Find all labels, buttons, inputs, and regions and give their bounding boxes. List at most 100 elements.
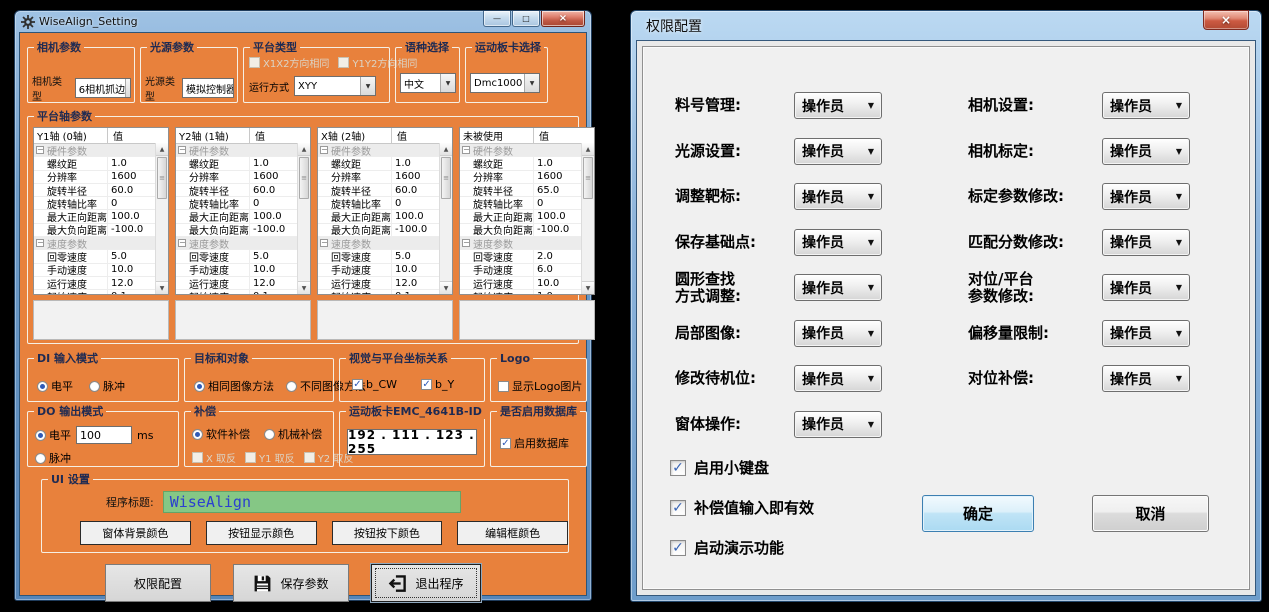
checkbox-icon xyxy=(421,379,432,390)
software-comp-radio[interactable]: 软件补偿 xyxy=(192,426,250,442)
maximize-button[interactable]: □ xyxy=(512,11,540,27)
permission-dropdown[interactable]: 操作员▼ xyxy=(1102,365,1190,392)
y1-invert-checkbox[interactable]: Y1 取反 xyxy=(245,450,295,465)
permission-dropdown[interactable]: 操作员▼ xyxy=(794,274,882,301)
permission-label: 圆形查找方式调整: xyxy=(675,271,794,305)
permission-dropdown[interactable]: 操作员▼ xyxy=(1102,138,1190,165)
scroll-down-button[interactable]: ▼ xyxy=(156,281,168,294)
permission-dropdown[interactable]: 操作员▼ xyxy=(1102,92,1190,119)
checkbox-icon xyxy=(670,500,686,516)
permission-label: 匹配分数修改: xyxy=(968,234,1102,251)
permission-dropdown[interactable]: 操作员▼ xyxy=(794,365,882,392)
chevron-down-icon: ▼ xyxy=(1176,329,1182,338)
dialog-title-bar[interactable]: 权限配置 × xyxy=(636,11,1256,40)
save-params-button[interactable]: 保存参数 xyxy=(233,564,349,602)
collapse-icon[interactable]: − xyxy=(178,239,186,247)
collapse-icon[interactable]: − xyxy=(36,146,44,154)
permission-dropdown[interactable]: 操作员▼ xyxy=(1102,274,1190,301)
dialog-checkbox[interactable]: 启动演示功能 xyxy=(670,534,814,561)
collapse-icon[interactable]: − xyxy=(320,239,328,247)
axis-param-row[interactable]: 起始速度1.0 xyxy=(460,290,581,295)
b-cw-checkbox[interactable]: b_CW xyxy=(352,378,397,391)
scroll-down-button[interactable]: ▼ xyxy=(440,281,452,294)
scroll-thumb[interactable]: ≡ xyxy=(299,157,309,199)
scroll-up-button[interactable]: ▲ xyxy=(582,143,594,156)
permission-dropdown[interactable]: 操作员▼ xyxy=(794,411,882,438)
scroll-up-button[interactable]: ▲ xyxy=(156,143,168,156)
permission-dropdown[interactable]: 操作员▼ xyxy=(1102,183,1190,210)
chevron-down-icon: ▼ xyxy=(360,77,375,95)
collapse-icon[interactable]: − xyxy=(320,146,328,154)
motion-board-dropdown[interactable]: Dmc1000 ▼ xyxy=(470,73,540,93)
scroll-up-button[interactable]: ▲ xyxy=(440,143,452,156)
chevron-down-icon: ▼ xyxy=(1176,192,1182,201)
axis-param-row[interactable]: 起始速度0.1 xyxy=(34,290,155,295)
permission-dropdown[interactable]: 操作员▼ xyxy=(1102,229,1190,256)
permission-dropdown[interactable]: 操作员▼ xyxy=(794,92,882,119)
scrollbar[interactable]: ▲≡ ▼ xyxy=(439,143,452,294)
chevron-down-icon: ▼ xyxy=(868,283,874,292)
show-logo-checkbox[interactable]: 显示Logo图片 xyxy=(498,378,582,394)
do-duration-input[interactable] xyxy=(76,426,132,444)
do-pulse-radio[interactable]: 脉冲 xyxy=(35,450,71,466)
light-type-dropdown[interactable]: 模拟控制器 ▼ xyxy=(182,78,234,98)
camera-type-dropdown[interactable]: 6相机抓边 ▼ xyxy=(75,78,131,98)
scroll-down-button[interactable]: ▼ xyxy=(582,281,594,294)
app-title-input[interactable]: WiseAlign xyxy=(163,491,461,513)
permission-label: 相机标定: xyxy=(968,143,1102,160)
permission-dropdown[interactable]: 操作员▼ xyxy=(1102,320,1190,347)
x-invert-checkbox[interactable]: X 取反 xyxy=(192,450,236,465)
scrollbar[interactable]: ▲≡ ▼ xyxy=(297,143,310,294)
mechanical-comp-radio[interactable]: 机械补偿 xyxy=(264,426,322,442)
enable-database-checkbox[interactable]: 启用数据库 xyxy=(500,435,569,451)
board-ip-input[interactable]: 192 . 111 . 123 . 255 xyxy=(347,429,477,455)
b-y-checkbox[interactable]: b_Y xyxy=(421,378,454,391)
scroll-thumb[interactable]: ≡ xyxy=(583,157,593,199)
collapse-icon[interactable]: − xyxy=(178,146,186,154)
param-value: 12.0 xyxy=(250,278,275,289)
button-pressed-color-button[interactable]: 按钮按下颜色 xyxy=(332,521,443,545)
checkbox-icon xyxy=(249,57,260,68)
dialog-checkbox[interactable]: 启用小键盘 xyxy=(670,454,814,481)
collapse-icon[interactable]: − xyxy=(462,146,470,154)
same-image-method-radio[interactable]: 相同图像方法 xyxy=(194,378,274,394)
scrollbar[interactable]: ▲≡ ▼ xyxy=(155,143,168,294)
axis-param-row[interactable]: 起始速度0.1 xyxy=(176,290,297,295)
scroll-thumb[interactable]: ≡ xyxy=(157,157,167,199)
title-bar[interactable]: WiseAlign_Setting — □ × xyxy=(19,11,587,32)
button-display-color-button[interactable]: 按钮显示颜色 xyxy=(206,521,317,545)
close-button[interactable]: × xyxy=(541,11,585,27)
edit-frame-color-button[interactable]: 编辑框颜色 xyxy=(457,521,568,545)
run-mode-dropdown[interactable]: XYY ▼ xyxy=(294,76,376,96)
form-background-color-button[interactable]: 窗体背景颜色 xyxy=(80,521,191,545)
axis-param-row[interactable]: 起始速度0.1 xyxy=(318,290,439,295)
exit-program-button[interactable]: 退出程序 xyxy=(371,564,481,602)
scrollbar[interactable]: ▲≡ ▼ xyxy=(581,143,594,294)
permission-dropdown[interactable]: 操作员▼ xyxy=(794,138,882,165)
param-value: 0 xyxy=(534,198,543,209)
di-pulse-radio[interactable]: 脉冲 xyxy=(89,378,125,394)
permission-label: 调整靶标: xyxy=(675,188,794,205)
dialog-checkbox[interactable]: 补偿值输入即有效 xyxy=(670,494,814,521)
permission-dropdown[interactable]: 操作员▼ xyxy=(794,320,882,347)
collapse-icon[interactable]: − xyxy=(462,239,470,247)
ok-button[interactable]: 确定 xyxy=(922,495,1034,532)
motion-board-select-group: 运动板卡选择 Dmc1000 ▼ xyxy=(465,47,548,103)
chevron-down-icon: ▼ xyxy=(868,420,874,429)
di-level-radio[interactable]: 电平 xyxy=(37,378,73,394)
scroll-down-button[interactable]: ▼ xyxy=(298,281,310,294)
permission-config-button[interactable]: 权限配置 xyxy=(105,564,211,602)
do-level-radio[interactable]: 电平 xyxy=(35,427,71,443)
scroll-thumb[interactable]: ≡ xyxy=(441,157,451,199)
collapse-icon[interactable]: − xyxy=(36,239,44,247)
param-value: 5.0 xyxy=(108,251,127,262)
permission-dropdown[interactable]: 操作员▼ xyxy=(794,183,882,210)
scroll-up-button[interactable]: ▲ xyxy=(298,143,310,156)
language-dropdown[interactable]: 中文 ▼ xyxy=(400,73,456,93)
minimize-button[interactable]: — xyxy=(483,11,511,27)
window-title: WiseAlign_Setting xyxy=(39,15,138,28)
cancel-button[interactable]: 取消 xyxy=(1092,495,1209,532)
x1x2-same-direction-checkbox[interactable]: X1X2方向相同 xyxy=(249,55,329,70)
dialog-close-button[interactable]: × xyxy=(1203,10,1249,30)
permission-dropdown[interactable]: 操作员▼ xyxy=(794,229,882,256)
